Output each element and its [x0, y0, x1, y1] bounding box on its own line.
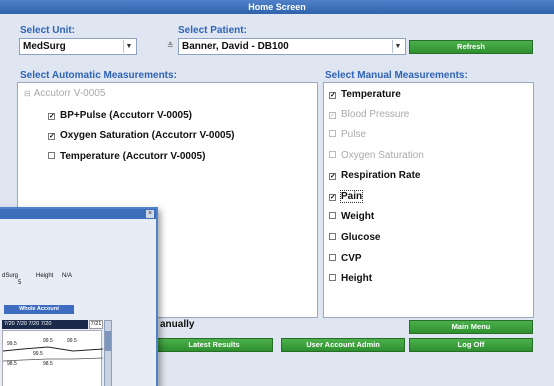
chevron-down-icon: ▼ [123, 40, 134, 53]
person-icon: ≛ [167, 41, 174, 50]
checkbox-unchecked-icon [329, 274, 336, 281]
graph-value-5: 98.5 [7, 361, 17, 367]
overlay-date-header: 7/20 7/20 7/20 7/20 [2, 320, 88, 329]
overlay-date-last: 7/21 [89, 320, 103, 329]
tree-node-icon: ⊟ [24, 89, 31, 98]
overlay-unit: dSurg [2, 273, 19, 279]
temperature-series-line-2 [2, 357, 104, 362]
main-menu-button[interactable]: Main Menu [409, 320, 533, 334]
checkbox-unchecked-icon [329, 254, 336, 261]
window-title: Home Screen [0, 0, 554, 14]
graph-value-2: 99.5 [43, 338, 53, 344]
manual-item-pulse: Pulse [329, 129, 366, 140]
overlay-height-value: N/A [62, 273, 73, 279]
refresh-button[interactable]: Refresh [409, 40, 533, 54]
manual-item-weight[interactable]: Weight [329, 211, 374, 222]
auto-item-bp-pulse[interactable]: ✓ BP+Pulse (Accutorr V-0005) [48, 110, 192, 121]
manual-measurements-label: Select Manual Measurements: [325, 70, 468, 81]
latest-results-button[interactable]: Latest Results [155, 338, 273, 352]
checkbox-checked-icon: ✓ [329, 112, 336, 119]
checkbox-checked-icon: ✓ [48, 133, 55, 140]
checkbox-unchecked-icon [48, 152, 55, 159]
results-window: × dSurg 5 Height N/A Whole Account 7/20 … [0, 207, 158, 386]
graph-value-3: 99.5 [67, 338, 77, 344]
manual-item-height[interactable]: Height [329, 273, 372, 284]
checkbox-checked-icon: ✓ [48, 113, 55, 120]
temperature-graph-svg: 99.5 99.5 99.5 99.5 98.5 98.5 [2, 338, 104, 367]
whole-account-button[interactable]: Whole Account [4, 305, 74, 314]
close-icon[interactable]: × [146, 210, 154, 218]
overlay-scrollbar-thumb[interactable] [105, 331, 111, 351]
manual-item-glucose[interactable]: Glucose [329, 232, 380, 243]
unit-label: Select Unit: [20, 25, 76, 36]
checkbox-checked-icon: ✓ [329, 173, 336, 180]
checkbox-unchecked-icon [329, 233, 336, 240]
manual-measurements-panel: ✓ Temperature ✓ Blood Pressure Pulse Oxyge… [323, 82, 534, 318]
take-manually-label: anually [160, 319, 195, 330]
checkbox-checked-icon: ✓ [329, 92, 336, 99]
log-off-button[interactable]: Log Off [409, 338, 533, 352]
patient-value: Banner, David - DB100 [182, 41, 289, 52]
manual-item-oxygen-saturation: Oxygen Saturation [329, 150, 424, 161]
results-window-titlebar[interactable] [0, 209, 156, 219]
manual-item-blood-pressure: ✓ Blood Pressure [329, 109, 410, 120]
auto-item-temperature[interactable]: Temperature (Accutorr V-0005) [48, 151, 205, 162]
chevron-down-icon: ▼ [392, 40, 403, 53]
overlay-unit-number: 5 [18, 280, 22, 286]
checkbox-unchecked-icon [329, 151, 336, 158]
patient-select[interactable]: Banner, David - DB100 ▼ [178, 38, 406, 55]
manual-item-pain[interactable]: ✓ Pain [329, 190, 364, 203]
overlay-height-label: Height [36, 273, 54, 279]
graph-value-1: 99.5 [7, 341, 17, 347]
checkbox-unchecked-icon [329, 130, 336, 137]
graph-value-4: 99.5 [33, 351, 43, 357]
auto-item-oxygen-saturation[interactable]: ✓ Oxygen Saturation (Accutorr V-0005) [48, 130, 235, 141]
graph-value-6: 98.5 [43, 361, 53, 367]
unit-value: MedSurg [23, 41, 66, 52]
manual-item-cvp[interactable]: CVP [329, 253, 362, 264]
device-node[interactable]: ⊟ Accutorr V-0005 [24, 88, 105, 99]
manual-item-temperature[interactable]: ✓ Temperature [329, 89, 401, 100]
overlay-scrollbar[interactable] [104, 320, 112, 386]
patient-label: Select Patient: [178, 25, 247, 36]
checkbox-unchecked-icon [329, 212, 336, 219]
manual-item-respiration-rate[interactable]: ✓ Respiration Rate [329, 170, 420, 181]
temperature-graph: 99.5 99.5 99.5 99.5 98.5 98.5 [2, 330, 104, 386]
user-account-admin-button[interactable]: User Account Admin [281, 338, 405, 352]
unit-select[interactable]: MedSurg ▼ [19, 38, 137, 55]
automatic-measurements-label: Select Automatic Measurements: [20, 70, 177, 81]
temperature-series-line [2, 346, 104, 352]
checkbox-checked-icon: ✓ [329, 194, 336, 201]
